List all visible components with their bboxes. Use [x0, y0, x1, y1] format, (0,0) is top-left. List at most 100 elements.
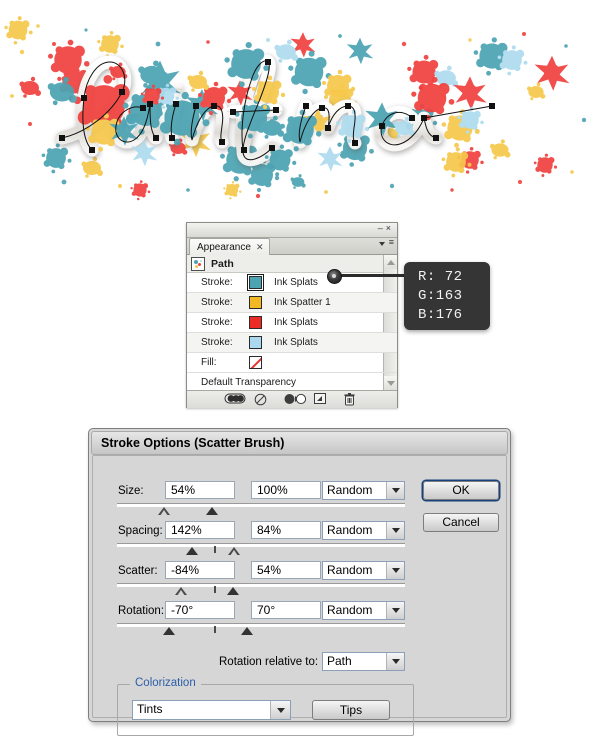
paint-splatter-artwork — [0, 0, 600, 212]
stroke-label: Stroke: — [201, 337, 233, 348]
chevron-down-icon[interactable] — [386, 602, 404, 619]
stroke-options-dialog[interactable]: Stroke Options (Scatter Brush) Size: 54%… — [88, 428, 511, 736]
spacing-max-input[interactable]: 84% — [251, 521, 321, 539]
stroke-color-swatch[interactable] — [249, 296, 262, 309]
chevron-down-icon[interactable] — [386, 522, 404, 539]
appearance-row-stroke-2[interactable]: Stroke: Ink Spatter 1 — [187, 293, 397, 313]
spacing-mode-value: Random — [327, 523, 373, 537]
appearance-panel-footer — [187, 390, 397, 408]
scatter-max-slider-handle[interactable] — [227, 587, 239, 595]
scatter-mode-value: Random — [327, 563, 373, 577]
size-min-slider-handle[interactable] — [158, 507, 170, 516]
screen: –× Appearance ✕ ≡ Path Stroke: Ink Splat… — [0, 0, 600, 750]
rotation-max-slider-handle[interactable] — [241, 627, 253, 635]
appearance-row-stroke-3[interactable]: Stroke: Ink Splats — [187, 313, 397, 333]
chevron-down-icon[interactable] — [386, 653, 404, 670]
size-min-input[interactable]: 54% — [165, 481, 235, 499]
rotation-relative-select[interactable]: Path — [322, 652, 405, 671]
brush-name: Ink Splats — [274, 317, 318, 328]
size-max-slider-handle[interactable] — [206, 507, 218, 515]
stroke-label: Stroke: — [201, 317, 233, 328]
color-picker-target-dot[interactable] — [327, 269, 342, 284]
colorization-method-select[interactable]: Tints — [132, 700, 291, 720]
panel-menu-button[interactable]: ≡ — [379, 238, 394, 252]
scatter-max-input[interactable]: 54% — [251, 561, 321, 579]
spacing-slider-track[interactable] — [117, 543, 405, 547]
scatter-mode-select[interactable]: Random — [322, 561, 405, 580]
spacing-min-slider-handle[interactable] — [186, 547, 198, 555]
tips-button[interactable]: Tips — [312, 700, 390, 720]
spacing-max-slider-handle[interactable] — [228, 547, 240, 556]
rotation-slider-track[interactable] — [117, 623, 405, 627]
rotation-mode-select[interactable]: Random — [322, 601, 405, 620]
dialog-titlebar: Stroke Options (Scatter Brush) — [91, 431, 508, 455]
rotation-min-input[interactable]: -70° — [165, 601, 235, 619]
rotation-max-input[interactable]: 70° — [251, 601, 321, 619]
row-rotation: Rotation: -70° 70° Random — [93, 596, 506, 638]
scatter-slider-origin-tick — [214, 586, 216, 593]
stroke-label: Stroke: — [201, 277, 233, 288]
appearance-row-fill[interactable]: Fill: — [187, 353, 397, 373]
brush-name: Ink Spatter 1 — [274, 297, 331, 308]
tooltip-r-value: R: 72 — [418, 268, 463, 285]
spacing-mode-select[interactable]: Random — [322, 521, 405, 540]
appearance-target-row[interactable]: Path — [187, 255, 397, 273]
size-mode-value: Random — [327, 483, 373, 497]
scatter-min-slider-handle[interactable] — [175, 587, 187, 596]
tab-appearance[interactable]: Appearance ✕ — [189, 238, 271, 255]
brush-name: Ink Splats — [274, 277, 318, 288]
chevron-down-icon — [379, 242, 385, 246]
spacing-slider-origin-tick — [214, 546, 216, 553]
panel-tab-row: Appearance ✕ ≡ — [187, 238, 397, 255]
row-rotation-relative: Rotation relative to: Path — [93, 652, 506, 674]
rgb-color-tooltip: R: 72 G:163 B:176 — [404, 262, 490, 330]
rotation-mode-value: Random — [327, 603, 373, 617]
delete-item-icon[interactable] — [344, 393, 360, 406]
size-max-input[interactable]: 100% — [251, 481, 321, 499]
stroke-color-swatch[interactable] — [249, 316, 262, 329]
illustration-canvas — [0, 0, 600, 212]
duplicate-item-icon[interactable] — [314, 393, 330, 406]
close-icon[interactable]: ✕ — [256, 242, 264, 253]
stroke-color-swatch[interactable] — [249, 336, 262, 349]
rotation-min-slider-handle[interactable] — [163, 627, 175, 635]
dialog-body: Size: 54% 100% Random Spacing: 142% 84% … — [92, 455, 507, 736]
close-icon[interactable]: × — [386, 223, 394, 233]
fill-label: Fill: — [201, 357, 217, 368]
tooltip-g-value: G:163 — [418, 287, 463, 304]
rotation-slider-origin-tick — [214, 626, 216, 633]
stroke-color-swatch[interactable] — [247, 274, 264, 291]
size-mode-select[interactable]: Random — [322, 481, 405, 500]
minimize-icon[interactable]: – — [378, 223, 386, 233]
rotation-relative-label: Rotation relative to: — [219, 656, 319, 668]
chevron-down-icon[interactable] — [386, 482, 404, 499]
brush-name: Ink Splats — [274, 337, 318, 348]
cancel-button[interactable]: Cancel — [423, 513, 499, 532]
colorization-method-value: Tints — [137, 702, 163, 716]
clear-appearance-icon[interactable] — [254, 393, 270, 406]
scroll-up-icon[interactable] — [384, 255, 397, 269]
rotation-relative-value: Path — [327, 654, 352, 668]
panel-window-buttons[interactable]: –× — [378, 223, 394, 234]
appearance-target-label: Path — [211, 257, 234, 270]
toggle-visibility-icon[interactable] — [224, 393, 246, 406]
chevron-down-icon[interactable] — [270, 701, 290, 719]
appearance-panel[interactable]: –× Appearance ✕ ≡ Path Stroke: Ink Splat… — [186, 222, 398, 408]
stroke-label: Stroke: — [201, 297, 233, 308]
panel-titlebar: –× — [187, 223, 397, 238]
spacing-min-input[interactable]: 142% — [165, 521, 235, 539]
tooltip-b-value: B:176 — [418, 306, 463, 323]
fill-none-swatch[interactable] — [249, 356, 262, 369]
colorization-legend: Colorization — [130, 677, 201, 689]
scatter-slider-track[interactable] — [117, 583, 405, 587]
scroll-down-icon[interactable] — [384, 376, 397, 390]
row-scatter: Scatter: -84% 54% Random — [93, 556, 506, 598]
chevron-down-icon[interactable] — [386, 562, 404, 579]
reduce-to-basic-appearance-icon[interactable] — [284, 393, 307, 406]
scatter-min-input[interactable]: -84% — [165, 561, 235, 579]
dialog-title: Stroke Options (Scatter Brush) — [101, 436, 285, 450]
callout-leader-line — [338, 274, 406, 277]
appearance-row-stroke-4[interactable]: Stroke: Ink Splats — [187, 333, 397, 353]
colorization-group: Colorization Tints Tips — [117, 677, 414, 736]
ok-button[interactable]: OK — [423, 481, 499, 500]
